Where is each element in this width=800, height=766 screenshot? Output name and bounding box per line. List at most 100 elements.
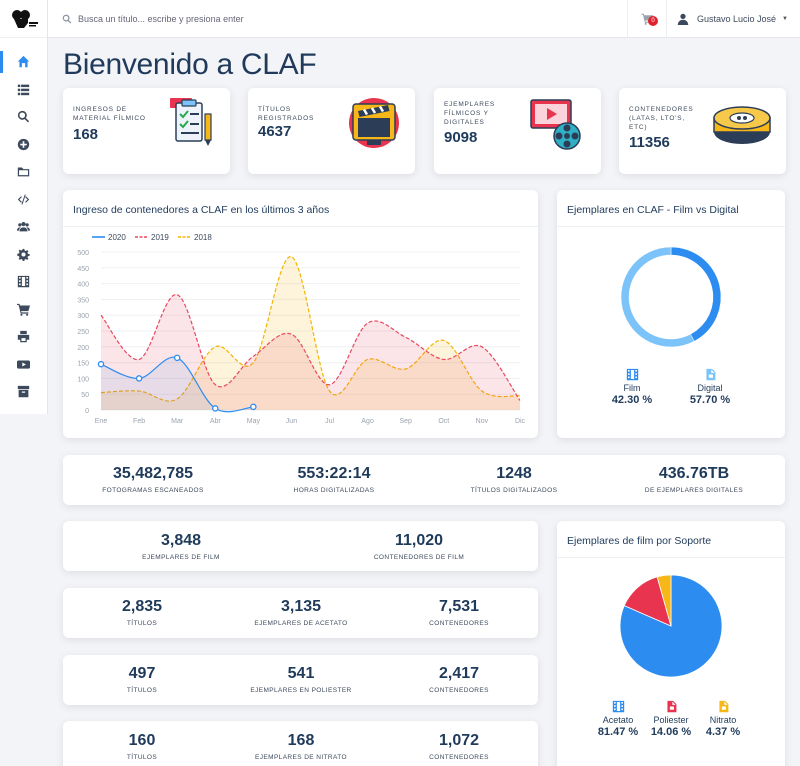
- sidebar-item-archive[interactable]: [0, 378, 47, 406]
- stat-label: EJEMPLARES FÍLMICOS Y DIGITALES: [444, 101, 495, 126]
- claf-logo[interactable]: [0, 0, 47, 38]
- sidebar-item-settings[interactable]: [0, 241, 47, 269]
- sidebar-item-film[interactable]: [0, 268, 47, 296]
- y-tick-label: 350: [77, 297, 89, 304]
- contenedores-line-chart: 0 50 100 150 200 250 300 350 400 450 500 Ene Feb Mar A…: [77, 233, 526, 425]
- data-point: [135, 375, 143, 382]
- kpi-value: 160: [128, 732, 156, 749]
- kpi-fotogramas: 35,482,785 FOTOGRAMAS ESCANEADOS: [93, 465, 213, 494]
- legend-acetato: Acetato 81.47 %: [593, 700, 643, 738]
- kpi-label: TÍTULOS: [126, 620, 158, 627]
- stat-value: 168: [73, 126, 99, 143]
- x-tick-label: Jun: [286, 418, 297, 425]
- legend-percent: 42.30 %: [611, 394, 653, 406]
- legend-label: 2019: [151, 233, 169, 242]
- y-tick-label: 0: [85, 408, 89, 415]
- film-icon: [626, 368, 638, 381]
- x-tick-label: Jul: [325, 418, 334, 425]
- kpi-label: CONTENEDORES: [429, 687, 489, 694]
- clapperboard-icon: [349, 98, 399, 148]
- sidebar-item-home[interactable]: [0, 48, 47, 76]
- kpi-ejemplares: 541 EJEMPLARES EN POLIESTER: [241, 665, 361, 694]
- kpi-value: 168: [287, 732, 315, 749]
- kpi-contenedores: 1,072 CONTENEDORES: [399, 732, 519, 761]
- claf-logo-icon: [11, 9, 38, 28]
- video-reel-icon: [530, 99, 581, 150]
- page-title: Bienvenido a CLAF: [63, 48, 317, 81]
- divider: [557, 557, 785, 558]
- sidebar-item-search[interactable]: [0, 103, 47, 131]
- film-vs-digital-donut: [620, 246, 722, 348]
- sidebar-item-list[interactable]: [0, 76, 47, 104]
- donut-slice-film: [670, 246, 722, 342]
- panel-title: Ejemplares de film por Soporte: [567, 535, 712, 547]
- kpi-label: EJEMPLARES EN POLIESTER: [250, 687, 352, 694]
- y-tick-label: 150: [77, 361, 89, 368]
- x-tick-label: Nov: [476, 418, 489, 425]
- sidebar-item-video[interactable]: [0, 351, 47, 379]
- sidebar-item-folder[interactable]: [0, 158, 47, 186]
- kpi-contenedores: 2,417 CONTENEDORES: [399, 665, 519, 694]
- kpi-titulos-digitalizados: 1248 TÍTULOS DIGITALIZADOS: [454, 465, 574, 494]
- kpi-titulos: 497 TÍTULOS: [82, 665, 202, 694]
- gear-icon: [17, 248, 30, 261]
- y-tick-label: 300: [77, 313, 89, 320]
- divider: [557, 226, 785, 227]
- list-icon: [17, 84, 30, 95]
- x-tick-label: May: [247, 418, 261, 425]
- sidebar-item-code[interactable]: [0, 186, 47, 214]
- soporte-pie-chart: [619, 574, 723, 678]
- stat-label: INGRESOS DE MATERIAL FÍLMICO: [73, 106, 146, 122]
- sidebar-item-print[interactable]: [0, 323, 47, 351]
- search-icon: [62, 14, 72, 23]
- kpi-value: 436.76TB: [658, 465, 730, 482]
- kpi-value: 1,072: [438, 732, 480, 749]
- legend-label: Acetato: [602, 715, 634, 725]
- user-menu[interactable]: Gustavo Lucio José ▼: [667, 0, 800, 37]
- legend-film: Film 42.30 %: [607, 368, 657, 406]
- youtube-icon: [17, 360, 30, 369]
- y-tick-label: 250: [77, 329, 89, 336]
- sidebar-item-cart[interactable]: [0, 296, 47, 324]
- kpi-label: DE EJEMPLARES DIGITALES: [644, 487, 744, 494]
- kpi-label: TÍTULOS: [126, 687, 158, 694]
- cart-icon: [17, 303, 30, 316]
- file-icon: [666, 700, 676, 713]
- cart-button[interactable]: 0: [627, 0, 667, 37]
- search-input[interactable]: [78, 13, 378, 24]
- code-icon: [17, 194, 30, 205]
- folder-icon: [17, 167, 30, 177]
- panel-title: Ejemplares en CLAF - Film vs Digital: [567, 204, 739, 216]
- kpi-label: TÍTULOS DIGITALIZADOS: [470, 487, 558, 494]
- kpi-label: EJEMPLARES DE ACETATO: [254, 620, 348, 627]
- legend-label: Digital: [697, 383, 723, 393]
- user-name: Gustavo Lucio José: [697, 13, 777, 24]
- x-tick-label: Abr: [210, 418, 222, 425]
- sidebar-item-add[interactable]: [0, 131, 47, 159]
- kpi-value: 497: [128, 665, 156, 682]
- y-tick-label: 50: [81, 392, 89, 399]
- film-icon: [17, 276, 30, 288]
- legend-percent: 57.70 %: [689, 394, 731, 406]
- film-vs-digital-panel: Ejemplares en CLAF - Film vs Digital Fil…: [557, 190, 785, 438]
- stat-card-ejemplares: EJEMPLARES FÍLMICOS Y DIGITALES 9098: [434, 88, 601, 174]
- y-tick-label: 450: [77, 266, 89, 273]
- kpi-value: 541: [287, 665, 315, 682]
- sidebar-item-users[interactable]: [0, 213, 47, 241]
- legend-label: 2020: [108, 233, 126, 242]
- kpi-value: 7,531: [438, 598, 480, 615]
- line-chart-panel: Ingreso de contenedores a CLAF en los úl…: [63, 190, 538, 438]
- kpi-main-card: 35,482,785 FOTOGRAMAS ESCANEADOS 553:22:…: [63, 455, 785, 505]
- legend-label: 2018: [194, 233, 212, 242]
- kpi-ejemplares-film: 3,848 EJEMPLARES DE FILM: [121, 532, 241, 561]
- search-icon: [17, 111, 30, 123]
- kpi-poliester-card: 497 TÍTULOS 541 EJEMPLARES EN POLIESTER …: [63, 655, 538, 705]
- x-tick-label: Feb: [133, 418, 145, 425]
- kpi-value: 553:22:14: [297, 465, 371, 482]
- donut-slice-digital: [620, 246, 695, 348]
- cart-count-badge: 0: [648, 16, 658, 26]
- plus-circle-icon: [17, 138, 30, 150]
- kpi-value: 2,417: [438, 665, 480, 682]
- x-tick-label: Dic: [515, 418, 526, 425]
- kpi-label: HORAS DIGITALIZADAS: [293, 487, 375, 494]
